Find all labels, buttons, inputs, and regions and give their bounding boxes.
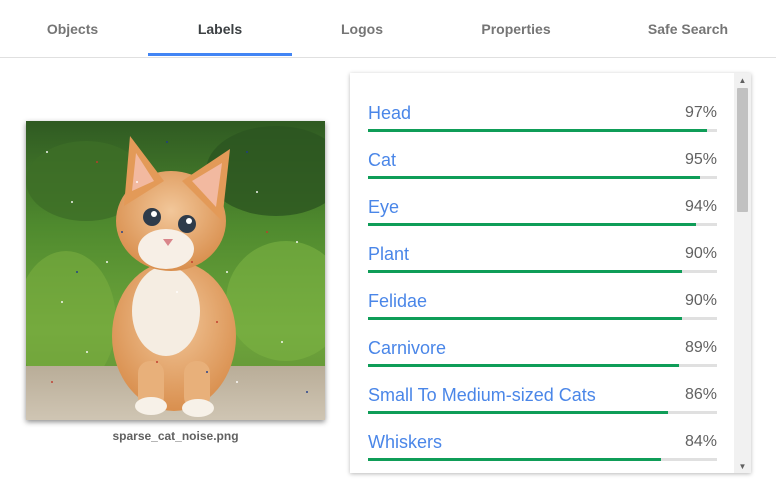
image-filename: sparse_cat_noise.png xyxy=(112,429,239,443)
label-row: Carnivore 89% xyxy=(368,320,717,367)
label-score: 95% xyxy=(684,151,717,168)
label-score: 90% xyxy=(684,292,717,309)
scrollbar-thumb[interactable] xyxy=(737,88,748,212)
tab-bar: Objects Labels Logos Properties Safe Sea… xyxy=(0,0,776,58)
label-name: Carnivore xyxy=(368,338,447,358)
label-row: Whiskers 84% xyxy=(368,414,717,461)
label-row: Plant 90% xyxy=(368,226,717,273)
label-row: Cat 95% xyxy=(368,132,717,179)
label-score: 97% xyxy=(684,104,717,121)
triangle-up-icon[interactable]: ▲ xyxy=(734,73,751,87)
label-name: Whiskers xyxy=(368,432,443,452)
label-name: Cat xyxy=(368,150,397,170)
tab-properties[interactable]: Properties xyxy=(444,0,588,58)
label-row: Head 97% xyxy=(368,85,717,132)
label-score: 86% xyxy=(684,386,717,403)
label-score: 94% xyxy=(684,198,717,215)
cat-photo-image xyxy=(26,121,325,420)
label-row: Small To Medium-sized Cats 86% xyxy=(368,367,717,414)
label-row xyxy=(368,461,717,473)
label-name: Felidae xyxy=(368,291,428,311)
active-tab-indicator xyxy=(148,53,292,56)
label-name: Plant xyxy=(368,244,410,264)
label-name: Eye xyxy=(368,197,400,217)
label-row: Eye 94% xyxy=(368,179,717,226)
image-preview xyxy=(26,121,325,420)
label-name: Small To Medium-sized Cats xyxy=(368,385,596,405)
label-name: Head xyxy=(368,103,412,123)
labels-scrollbar[interactable]: ▲ ▼ xyxy=(734,73,751,473)
label-score: 90% xyxy=(684,245,717,262)
label-row: Felidae 90% xyxy=(368,273,717,320)
triangle-down-icon[interactable]: ▼ xyxy=(734,459,751,473)
label-score: 89% xyxy=(684,339,717,356)
tab-labels[interactable]: Labels xyxy=(148,0,292,58)
tab-logos[interactable]: Logos xyxy=(290,0,434,58)
labels-panel: Head 97% Cat 95% Eye 94% Plant 90% Felid… xyxy=(350,73,751,473)
tab-objects[interactable]: Objects xyxy=(0,0,145,58)
labels-list[interactable]: Head 97% Cat 95% Eye 94% Plant 90% Felid… xyxy=(350,73,734,473)
label-score: 84% xyxy=(684,433,717,450)
tab-safe-search[interactable]: Safe Search xyxy=(616,0,760,58)
